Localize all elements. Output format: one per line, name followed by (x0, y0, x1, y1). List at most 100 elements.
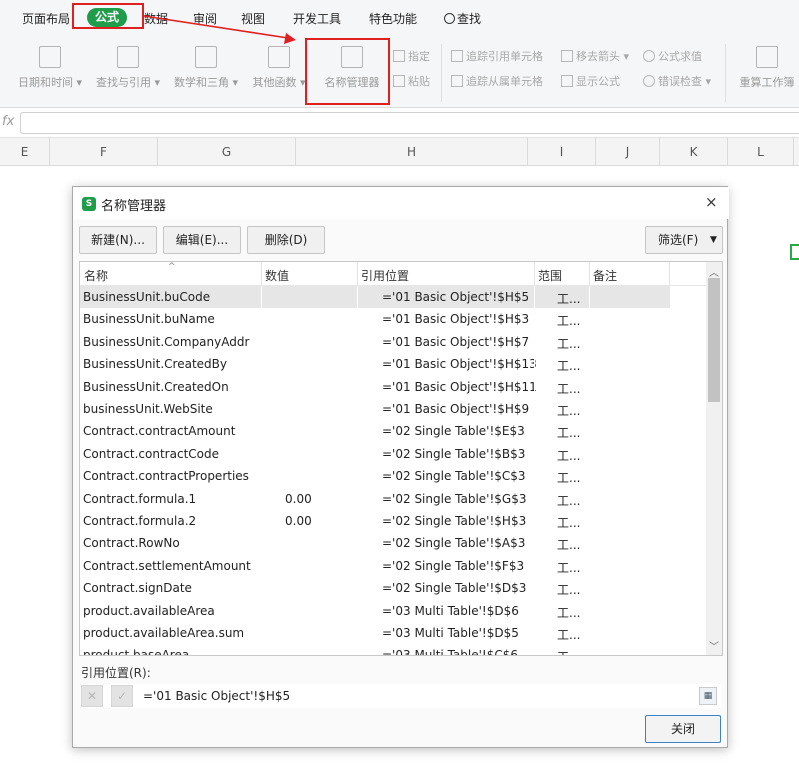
column-header-i[interactable]: I (528, 138, 596, 166)
recalc-button[interactable]: 重算工作簿 (734, 42, 799, 90)
cell-separator (589, 308, 590, 331)
header-separator (261, 262, 262, 286)
cell-separator (261, 308, 262, 331)
header-value[interactable]: 数值 (265, 267, 289, 284)
cell-separator (357, 644, 358, 655)
show-formulas-button[interactable]: 显示公式 (561, 73, 620, 89)
datetime-button[interactable]: 日期和时间 ▾ (14, 42, 86, 90)
magnifier-icon (117, 46, 139, 68)
table-row[interactable]: Contract.contractProperties ='02 Single T… (80, 465, 670, 488)
fx-icon[interactable]: fx (2, 114, 14, 129)
error-check-button[interactable]: 错误检查 ▾ (643, 73, 711, 89)
menu-developer[interactable]: 开发工具 (293, 10, 341, 27)
cell-separator (261, 622, 262, 644)
ref-cell: ='02 Single Table'!$H$3 (382, 514, 527, 528)
value-cell: 0.00 (285, 514, 312, 528)
table-row[interactable]: Contract.formula.2 0.00 ='02 Single Table'… (80, 510, 670, 532)
table-row[interactable]: Contract.signDate ='02 Single Table'!$D$3… (80, 577, 670, 600)
lookup-button[interactable]: 查找与引用 ▾ (92, 42, 164, 90)
table-row[interactable]: BusinessUnit.CreatedOn ='01 Basic Object'… (80, 375, 670, 398)
cell-separator (534, 353, 535, 376)
table-row[interactable]: product.baseArea ='03 Multi Table'!$C$6 工.… (80, 644, 670, 655)
datetime-label: 日期和时间 (17, 76, 73, 89)
ref-cell: ='03 Multi Table'!$D$5 (382, 626, 519, 640)
header-scope[interactable]: 范围 (538, 267, 562, 284)
filter-label: 筛选(F) (658, 233, 699, 247)
ref-cell: ='02 Single Table'!$B$3 (382, 446, 526, 461)
column-header-k[interactable]: K (660, 138, 728, 166)
scroll-down-icon[interactable]: ﹀ (709, 638, 719, 653)
close-icon[interactable]: × (705, 193, 718, 211)
table-row[interactable]: product.availableArea.sum ='03 Multi Tabl… (80, 622, 670, 644)
delete-name-button[interactable]: 删除(D) (247, 226, 325, 254)
ref-row: ✕ ✓ ='01 Basic Object'!$H$5 ▦ (81, 684, 721, 708)
menu-review[interactable]: 审阅 (193, 10, 217, 27)
column-header-g[interactable]: G (158, 138, 296, 166)
paste-button[interactable]: 粘贴 (393, 73, 430, 89)
dialog-titlebar: S 名称管理器 × (73, 187, 729, 219)
other-functions-button[interactable]: 其他函数 ▾ (247, 42, 311, 90)
range-picker-icon[interactable]: ▦ (699, 687, 717, 705)
column-header-f[interactable]: F (50, 138, 158, 166)
scope-cell: 工... (557, 292, 581, 306)
remove-arrows-icon (561, 50, 573, 62)
scope-cell: 工... (557, 404, 581, 418)
column-header-e[interactable]: E (0, 138, 50, 166)
scrollbar-thumb[interactable] (708, 278, 720, 402)
ref-cell: ='02 Single Table'!$A$3 (382, 536, 526, 551)
cell-separator (534, 442, 535, 465)
header-ref[interactable]: 引用位置 (361, 267, 409, 284)
table-row[interactable]: Contract.contractAmount ='02 Single Table… (80, 420, 670, 443)
cell-separator (534, 599, 535, 622)
ribbon-separator (725, 44, 726, 102)
column-header-l[interactable]: L (728, 138, 794, 166)
trace-precedents-button[interactable]: 追踪引用单元格 (451, 48, 543, 64)
cell-separator (534, 554, 535, 577)
table-row[interactable]: businessUnit.WebSite ='01 Basic Object'!$… (80, 398, 670, 420)
table-scrollbar[interactable]: ︿ ﹀ (706, 262, 722, 655)
menu-data[interactable]: 数据 (144, 10, 168, 27)
new-name-button[interactable]: 新建(N)... (79, 226, 157, 254)
cell-separator (534, 375, 535, 398)
edit-name-button[interactable]: 编辑(E)... (163, 226, 241, 254)
table-row[interactable]: BusinessUnit.CreatedBy ='01 Basic Object'… (80, 353, 670, 376)
table-row[interactable]: Contract.RowNo ='02 Single Table'!$A$3 工..… (80, 532, 670, 555)
name-manager-highlight (305, 38, 390, 105)
scroll-up-icon[interactable]: ︿ (709, 264, 719, 279)
cell-separator (261, 577, 262, 600)
evaluate-formula-button[interactable]: 公式求值 (643, 48, 702, 64)
filter-dropdown[interactable]: 筛选(F) ▼ (645, 226, 723, 254)
scope-cell: 工... (557, 493, 581, 508)
header-name[interactable]: 名称 (84, 267, 108, 284)
cancel-edit-icon[interactable]: ✕ (81, 685, 103, 707)
table-row[interactable]: Contract.settlementAmount ='02 Single Tab… (80, 554, 670, 577)
column-header-h[interactable]: H (296, 138, 528, 166)
table-row[interactable]: BusinessUnit.buName ='01 Basic Object'!$H… (80, 308, 670, 331)
table-row[interactable]: Contract.contractCode ='02 Single Table'!… (80, 442, 670, 465)
math-button[interactable]: 数学和三角 ▾ (170, 42, 242, 90)
formula-input[interactable] (20, 112, 799, 134)
menu-page-layout[interactable]: 页面布局 (22, 10, 70, 27)
cell-separator (589, 286, 590, 308)
confirm-edit-icon[interactable]: ✓ (111, 685, 133, 707)
remove-arrows-button[interactable]: 移去箭头 ▾ (561, 48, 629, 64)
name-cell: Contract.RowNo (83, 536, 180, 551)
column-header-j[interactable]: J (596, 138, 660, 166)
name-cell: Contract.contractAmount (83, 424, 236, 439)
table-row[interactable]: BusinessUnit.CompanyAddr ='01 Basic Objec… (80, 330, 670, 353)
table-row[interactable]: Contract.formula.1 0.00 ='02 Single Table'… (80, 487, 670, 510)
ref-input[interactable]: ='01 Basic Object'!$H$5 (141, 685, 696, 707)
menu-view[interactable]: 视图 (241, 10, 265, 27)
table-row[interactable]: product.availableArea ='03 Multi Table'!$… (80, 599, 670, 622)
specify-button[interactable]: 指定 (393, 48, 430, 64)
close-button[interactable]: 关闭 (645, 715, 721, 743)
cell-separator (357, 554, 358, 577)
scope-cell: 工... (557, 628, 581, 642)
menu-features[interactable]: 特色功能 (369, 10, 417, 27)
ref-label: 引用位置(R): (81, 666, 151, 680)
menu-search[interactable]: 查找 (444, 10, 481, 27)
table-row[interactable]: BusinessUnit.buCode ='01 Basic Object'!$H… (80, 286, 670, 309)
header-separator (669, 262, 670, 286)
header-note[interactable]: 备注 (593, 267, 617, 284)
trace-dependents-button[interactable]: 追踪从属单元格 (451, 73, 543, 89)
